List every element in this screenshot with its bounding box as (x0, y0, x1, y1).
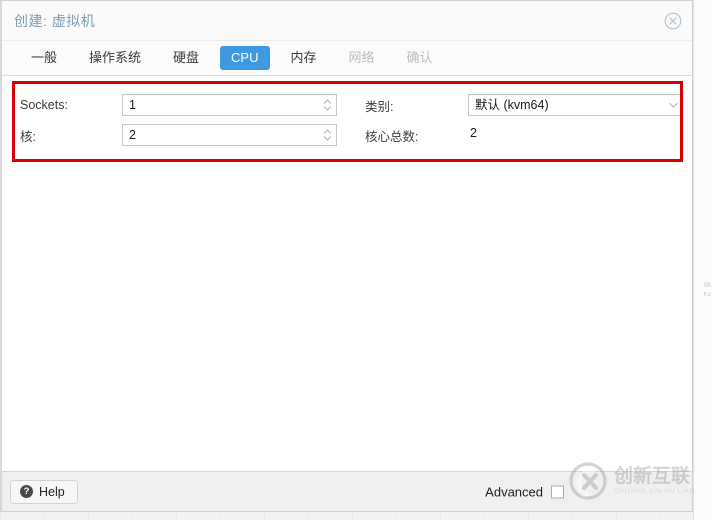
tab-general[interactable]: 一般 (20, 46, 68, 70)
close-icon[interactable] (664, 12, 682, 30)
tab-cpu[interactable]: CPU (220, 46, 270, 70)
tab-hard-disk[interactable]: 硬盘 (162, 46, 210, 70)
type-label-row: 类别: (365, 94, 393, 116)
advanced-checkbox-box[interactable] (551, 485, 564, 498)
dialog-footer: ? Help Advanced (2, 471, 692, 511)
cpu-type-select[interactable]: 默认 (kvm64) (468, 94, 683, 116)
background-right-text: 8 2 (702, 282, 712, 298)
tab-confirm: 确认 (406, 50, 433, 65)
question-mark-icon: ? (20, 485, 33, 498)
sockets-value[interactable]: 1 (123, 95, 319, 115)
background-right-strip (693, 0, 712, 520)
sockets-label-row: Sockets: (20, 94, 68, 116)
chevron-down-icon[interactable] (664, 95, 682, 115)
dialog-body: Sockets: 1 类别: 默认 (kvm64) 核: 2 核心总数: 2 (2, 76, 692, 471)
sockets-label: Sockets: (20, 98, 68, 112)
cores-value[interactable]: 2 (123, 125, 319, 145)
tab-memory[interactable]: 内存 (280, 46, 328, 70)
cores-label-row: 核: (20, 124, 36, 146)
dialog-header: 创建: 虚拟机 (2, 1, 692, 41)
page-title: 创建: 虚拟机 (14, 12, 96, 29)
tab-os[interactable]: 操作系统 (78, 46, 152, 70)
total-cores-value: 2 (470, 126, 477, 140)
cores-stepper[interactable]: 2 (122, 124, 337, 146)
type-label: 类别: (365, 99, 394, 114)
total-cores-label: 核心总数: (365, 129, 419, 144)
cores-label: 核: (20, 129, 36, 144)
cpu-type-value[interactable]: 默认 (kvm64) (469, 95, 664, 115)
sockets-spinner-icon[interactable] (319, 95, 336, 115)
advanced-label: Advanced (485, 484, 543, 499)
cores-spinner-icon[interactable] (319, 125, 336, 145)
sockets-stepper[interactable]: 1 (122, 94, 337, 116)
total-cores-label-row: 核心总数: (365, 124, 418, 146)
tab-bar: 一般 操作系统 硬盘 CPU 内存 网络 确认 (2, 41, 692, 76)
cpu-form: Sockets: 1 类别: 默认 (kvm64) 核: 2 核心总数: 2 (2, 81, 683, 162)
help-button-label: Help (39, 484, 65, 499)
tab-network: 网络 (348, 50, 375, 65)
create-vm-dialog: 创建: 虚拟机 一般 操作系统 硬盘 CPU 内存 网络 确认 Sockets:… (0, 0, 693, 512)
advanced-checkbox[interactable]: Advanced (485, 484, 564, 499)
help-button[interactable]: ? Help (10, 479, 78, 504)
